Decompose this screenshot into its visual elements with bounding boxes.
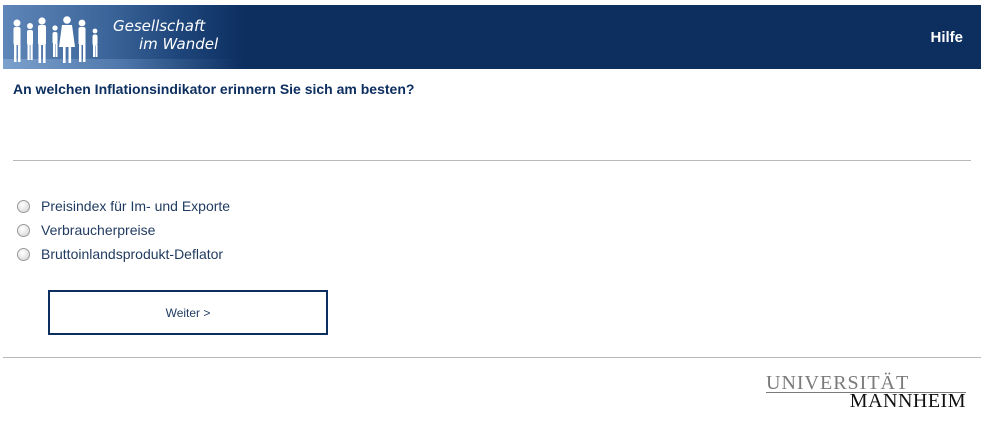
divider <box>13 160 971 161</box>
next-button[interactable]: Weiter > <box>48 290 328 335</box>
university-logo-line-2: MANNHEIM <box>849 390 966 412</box>
option-row[interactable]: Preisindex für Im- und Exporte <box>17 194 230 218</box>
site-header: Gesellschaft im Wandel Hilfe <box>3 5 981 69</box>
logo-line-1: Gesellschaft <box>113 17 206 35</box>
logo-line-2: im Wandel <box>139 35 219 53</box>
option-label[interactable]: Verbraucherpreise <box>41 222 155 238</box>
people-silhouettes-icon <box>13 16 98 63</box>
option-label[interactable]: Bruttoinlandsprodukt-Deflator <box>41 246 223 262</box>
radio-button[interactable] <box>17 247 30 261</box>
answer-options: Preisindex für Im- und Exporte Verbrauch… <box>17 194 230 266</box>
option-row[interactable]: Bruttoinlandsprodukt-Deflator <box>17 242 230 266</box>
question-text: An welchen Inflationsindikator erinnern … <box>13 81 415 97</box>
footer-divider <box>3 357 981 358</box>
radio-button[interactable] <box>17 223 30 237</box>
option-label[interactable]: Preisindex für Im- und Exporte <box>41 198 230 214</box>
radio-button[interactable] <box>17 199 30 213</box>
option-row[interactable]: Verbraucherpreise <box>17 218 230 242</box>
help-link[interactable]: Hilfe <box>930 29 963 46</box>
university-logo: UNIVERSITÄT MANNHEIM <box>766 372 970 412</box>
site-logo: Gesellschaft im Wandel <box>113 17 218 53</box>
